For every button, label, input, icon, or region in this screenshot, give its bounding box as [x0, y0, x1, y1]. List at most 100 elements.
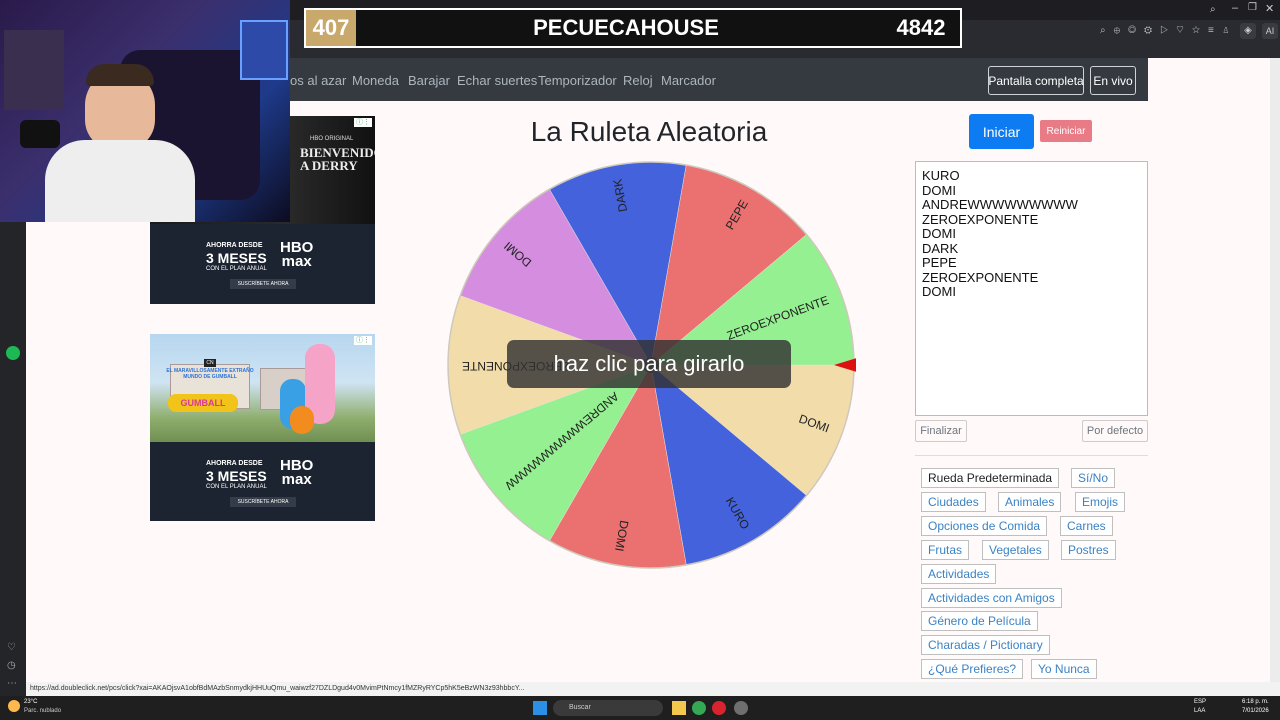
preset-frutas[interactable]: Frutas — [921, 540, 970, 560]
scoreboard-title: PECUECAHOUSE — [533, 15, 719, 40]
name-line: ANDREWWWWWWWWW — [922, 197, 1078, 212]
start-button[interactable]: Iniciar — [969, 114, 1034, 149]
finish-button[interactable]: Finalizar — [915, 420, 967, 442]
preset-charadas-pictionary[interactable]: Charadas / Pictionary — [921, 635, 1050, 655]
extension-icon[interactable]: ◈ — [1240, 23, 1256, 39]
preset-rueda-predeterminada[interactable]: Rueda Predeterminada — [921, 468, 1060, 488]
hbo-max-logo: HBO max — [280, 457, 314, 488]
preset-genero-de-pelicula[interactable]: Género de Película — [921, 611, 1038, 631]
nav-link-reloj[interactable]: Reloj — [623, 73, 653, 88]
ad-headline: BIENVENIDOS A DERRY — [300, 145, 375, 173]
live-button[interactable]: En vivo — [1090, 66, 1136, 95]
taskbar-search[interactable]: Buscar — [553, 700, 663, 716]
ad-image: CN EL MARAVILLOSAMENTE EXTRAÑO MUNDO DE … — [150, 334, 375, 442]
windows-start-icon[interactable] — [533, 701, 547, 715]
preset-carnes[interactable]: Carnes — [1060, 516, 1113, 536]
preset-actividades-con-amigos[interactable]: Actividades con Amigos — [921, 588, 1062, 608]
name-line: ZEROEXPONENTE — [922, 211, 1039, 227]
weather-desc: Parc. nublado — [24, 708, 62, 714]
clock-time[interactable]: 6:18 p. m. — [1242, 699, 1269, 705]
opera-gx-icon[interactable] — [712, 701, 726, 715]
preset-ciudades[interactable]: Ciudades — [921, 492, 986, 512]
gumball-logo: GUMBALL — [168, 394, 238, 412]
ad-offer: AHORRA DESDE 3 MESES CON EL PLAN ANUAL H… — [150, 224, 375, 304]
weather-temp: 23°C — [24, 699, 38, 705]
name-line: KURO — [922, 168, 960, 183]
fullscreen-button[interactable]: Pantalla completa — [988, 66, 1084, 95]
preset-animales[interactable]: Animales — [998, 492, 1062, 512]
score-left: 407 — [306, 10, 356, 46]
nav-link-barajar[interactable]: Barajar — [408, 73, 450, 88]
ad-brand: HBO ORIGINAL — [310, 136, 354, 142]
ad-offer-small: AHORRA DESDE — [206, 460, 263, 467]
preset-yo-nunca[interactable]: Yo Nunca — [1031, 659, 1097, 679]
nav-link-moneda[interactable]: Moneda — [352, 73, 399, 88]
preset-emojis[interactable]: Emojis — [1075, 492, 1126, 512]
nav-link-echar-suertes[interactable]: Echar suertes — [457, 73, 537, 88]
wall-poster — [240, 20, 288, 80]
ad-offer-plan: CON EL PLAN ANUAL — [206, 266, 267, 272]
streamer-hair — [86, 64, 154, 86]
more-icon[interactable]: ⋯ — [7, 678, 17, 689]
cn-logo: CN — [204, 359, 216, 367]
hbo-max-logo: HBO max — [280, 239, 314, 270]
maximize-icon[interactable]: ❐ — [1248, 2, 1257, 13]
history-icon[interactable]: ◷ — [7, 660, 16, 671]
minimize-icon[interactable]: – — [1232, 2, 1238, 14]
name-line: DOMI — [922, 182, 956, 198]
chrome-icon[interactable] — [692, 701, 706, 715]
ad-offer: AHORRA DESDE 3 MESES CON EL PLAN ANUAL H… — [150, 442, 375, 521]
preset-actividades[interactable]: Actividades — [921, 564, 997, 584]
weather-icon[interactable] — [8, 700, 20, 712]
streamer-shirt — [45, 140, 195, 222]
ai-icon[interactable]: AI — [1262, 23, 1278, 39]
nav-link-marcador[interactable]: Marcador — [661, 73, 716, 88]
ad-offer-big: 3 MESES — [206, 468, 267, 484]
top-navbar: os al azar Moneda Barajar Echar suertes … — [290, 58, 1148, 101]
file-explorer-icon[interactable] — [672, 701, 686, 715]
streamer-webcam — [0, 0, 290, 222]
score-right: 4842 — [896, 15, 946, 40]
ad-cta-button[interactable]: SUSCRÍBETE AHORA — [230, 279, 296, 289]
search-icon[interactable]: ⌕ — [1210, 4, 1216, 15]
spotify-icon[interactable] — [6, 346, 20, 360]
name-line: DOMI — [922, 284, 956, 299]
preset-opciones-de-comida[interactable]: Opciones de Comida — [921, 516, 1048, 536]
character-darwin — [290, 406, 314, 434]
lang-indicator[interactable]: ESP — [1194, 699, 1206, 705]
page-scrollbar[interactable] — [1270, 58, 1280, 682]
ad-headline: EL MARAVILLOSAMENTE EXTRAÑO MUNDO DE GUM… — [166, 368, 254, 380]
spin-overlay-message[interactable]: haz clic para girarlo — [507, 340, 791, 388]
nav-link-temporizador[interactable]: Temporizador — [538, 73, 617, 88]
windows-taskbar: 23°C Parc. nublado Buscar ESP LAA 6:18 p… — [0, 696, 1280, 720]
extension-icons[interactable]: ⌕⊕◎⚙▷♡☆≡♙ — [1100, 25, 1238, 36]
default-button[interactable]: Por defecto — [1082, 420, 1148, 442]
microphone — [20, 120, 60, 148]
close-icon[interactable]: ✕ — [1265, 2, 1274, 15]
shelf — [4, 30, 64, 110]
reset-button[interactable]: Reiniciar — [1040, 120, 1092, 142]
lang-indicator-sub[interactable]: LAA — [1194, 708, 1205, 714]
preset-postres[interactable]: Postres — [1061, 540, 1116, 560]
ad-offer-plan: CON EL PLAN ANUAL — [206, 484, 267, 490]
name-line: ZEROEXPONENTE — [922, 269, 1039, 285]
preset-que-prefieres[interactable]: ¿Qué Prefieres? — [921, 659, 1024, 679]
app-icon[interactable] — [734, 701, 748, 715]
ad-offer-small: AHORRA DESDE — [206, 242, 263, 249]
name-line: DOMI — [922, 226, 956, 241]
ad-cta-button[interactable]: SUSCRÍBETE AHORA — [230, 497, 296, 507]
ad-banner-gumball[interactable]: CN EL MARAVILLOSAMENTE EXTRAÑO MUNDO DE … — [150, 334, 375, 521]
ad-choices-icon[interactable]: ⓘ⋮ — [354, 118, 372, 127]
clock-date[interactable]: 7/01/2026 — [1242, 708, 1269, 714]
nav-link-numeros[interactable]: os al azar — [290, 73, 346, 88]
ad-choices-icon[interactable]: ⓘ⋮ — [354, 336, 372, 345]
scoreboard: 407 PECUECAHOUSE 4842 — [304, 8, 962, 48]
preset-vegetales[interactable]: Vegetales — [982, 540, 1049, 560]
heart-icon[interactable]: ♡ — [7, 642, 16, 653]
names-textarea[interactable]: KURO DOMI ANDREWWWWWWWWW ZEROEXPONENTE DOMI D… — [915, 161, 1148, 416]
preset-si-no[interactable]: Sí/No — [1071, 468, 1116, 488]
page-title: La Ruleta Aleatoria — [530, 116, 768, 147]
name-line: PEPE — [922, 255, 957, 270]
divider — [915, 455, 1148, 456]
search-placeholder: Buscar — [569, 704, 591, 711]
